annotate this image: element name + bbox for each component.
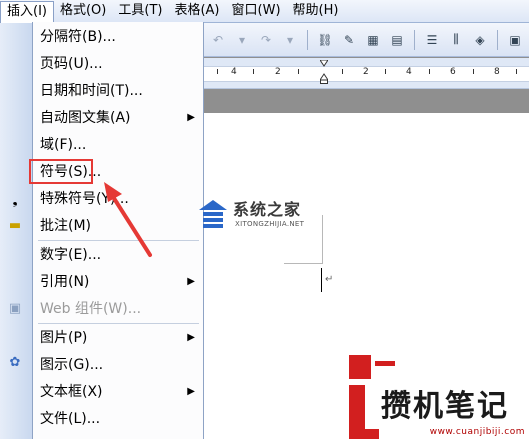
ruler-tick [385,69,386,74]
menu-tools[interactable]: 工具(T) [112,1,168,21]
toolbar-separator [497,29,498,50]
red-arrow-annotation-icon [104,182,152,257]
menu-help[interactable]: 帮助(H) [287,1,345,21]
ruler-tick [516,69,517,74]
menu-item-label: 分隔符(B)... [40,29,116,45]
menu-format[interactable]: 格式(O) [54,1,112,21]
menu-item-diagram[interactable]: 图示(G)... [33,352,203,378]
menu-insert[interactable]: 插入(I) [0,0,54,23]
menu-item-text-box[interactable]: 文本框(X) ▶ [33,379,203,405]
submenu-arrow-icon: ▶ [187,386,195,397]
undo-icon[interactable]: ↶ [209,31,227,49]
hyperlink-icon[interactable]: ⛓ [316,31,334,49]
ruler-label: 2 [363,67,369,77]
menu-item-picture[interactable]: 图片(P) ▶ [33,325,203,351]
submenu-arrow-icon: ▶ [187,332,195,343]
watermark-title: 系统之家 [233,200,302,219]
redo-dropdown-icon[interactable]: ▾ [281,31,299,49]
special-symbol-icon: ❟ [12,192,18,208]
comment-icon: ▬ [8,217,22,233]
workspace-background [203,89,529,113]
xitongzhijia-logo-icon [199,200,227,228]
menu-item-label: 日期和时间(T)... [40,83,143,99]
menu-item-label: 图示(G)... [40,357,104,373]
ruler-label: 4 [406,67,412,77]
menu-item-reference[interactable]: 引用(N) ▶ [33,269,203,295]
menu-item-label: 批注(M) [40,218,92,234]
ruler-tick [253,69,254,74]
ruler-label: 8 [494,67,500,77]
redo-icon[interactable]: ↷ [257,31,275,49]
diagram-icon: ✿ [9,354,21,370]
menu-bar: 插入(I) 格式(O) 工具(T) 表格(A) 窗口(W) 帮助(H) [0,0,529,23]
web-component-icon: ▣ [8,300,22,316]
ruler-tick [298,69,299,74]
menu-table[interactable]: 表格(A) [168,1,225,21]
menu-item-field[interactable]: 域(F)... [33,132,203,158]
ruler-label: 4 [231,67,237,77]
ruler-label: 6 [450,67,456,77]
text-cursor [321,268,322,292]
menu-item-web-component: Web 组件(W)... [33,296,203,322]
menu-item-label: 页码(U)... [40,56,103,72]
ruler-tick [342,69,343,74]
watermark-xitongzhijia: 系统之家 XITONGZHIJIA.NET [193,190,338,238]
symbol-highlight-box [29,159,93,184]
indent-marker-icon[interactable] [320,60,328,84]
ruler-tick [217,69,218,74]
ruler-tick [429,69,430,74]
menu-item-date-time[interactable]: 日期和时间(T)... [33,78,203,104]
toolbar-separator [307,29,308,50]
submenu-arrow-icon: ▶ [187,112,195,123]
menu-icon-strip: ❟ ▬ ▣ ✿ [0,23,32,439]
watermark-title: 攒机笔记 [381,389,509,424]
document-map-icon[interactable]: ◈ [471,31,489,49]
menu-item-label: 数字(E)... [40,247,102,263]
watermark-url: www.cuanjibiji.com [429,427,525,437]
submenu-arrow-icon: ▶ [187,276,195,287]
standard-toolbar: ↶ ▾ ↷ ▾ ⛓ ✎ ▦ ▤ ☰ ⫼ ◈ ▣ [203,23,529,57]
drawing-toolbar-icon[interactable]: ⫼ [447,31,465,49]
ruler-label: 2 [275,67,281,77]
watermark-cuanjibiji: 攒机笔记 www.cuanjibiji.com [349,355,529,439]
menu-item-label: 引用(N) [40,274,90,290]
watermark-subtitle: XITONGZHIJIA.NET [235,220,305,228]
menu-item-label: Web 组件(W)... [40,301,142,317]
undo-dropdown-icon[interactable]: ▾ [233,31,251,49]
insert-table-icon[interactable]: ▦ [364,31,382,49]
menu-separator [38,323,199,324]
paragraph-mark-icon: ↵ [325,274,334,285]
menu-item-file[interactable]: 文件(L)... [33,406,203,432]
horizontal-ruler[interactable]: 4 2 2 4 6 8 [203,58,529,89]
menu-window[interactable]: 窗口(W) [226,1,287,21]
drawing-icon[interactable]: ✎ [340,31,358,49]
menu-item-label: 域(F)... [40,137,87,153]
show-hide-icon[interactable]: ▣ [506,31,524,49]
menu-item-label: 自动图文集(A) [40,110,131,126]
toolbar-separator [414,29,415,50]
ruler-tick [473,69,474,74]
menu-item-label: 文本框(X) [40,384,103,400]
menu-item-autotext[interactable]: 自动图文集(A) ▶ [33,105,203,131]
menu-item-label: 文件(L)... [40,411,101,427]
menu-item-break[interactable]: 分隔符(B)... [33,24,203,50]
insert-excel-icon[interactable]: ▤ [388,31,406,49]
menu-item-page-numbers[interactable]: 页码(U)... [33,51,203,77]
columns-icon[interactable]: ☰ [423,31,441,49]
menu-item-label: 图片(P) [40,330,88,346]
